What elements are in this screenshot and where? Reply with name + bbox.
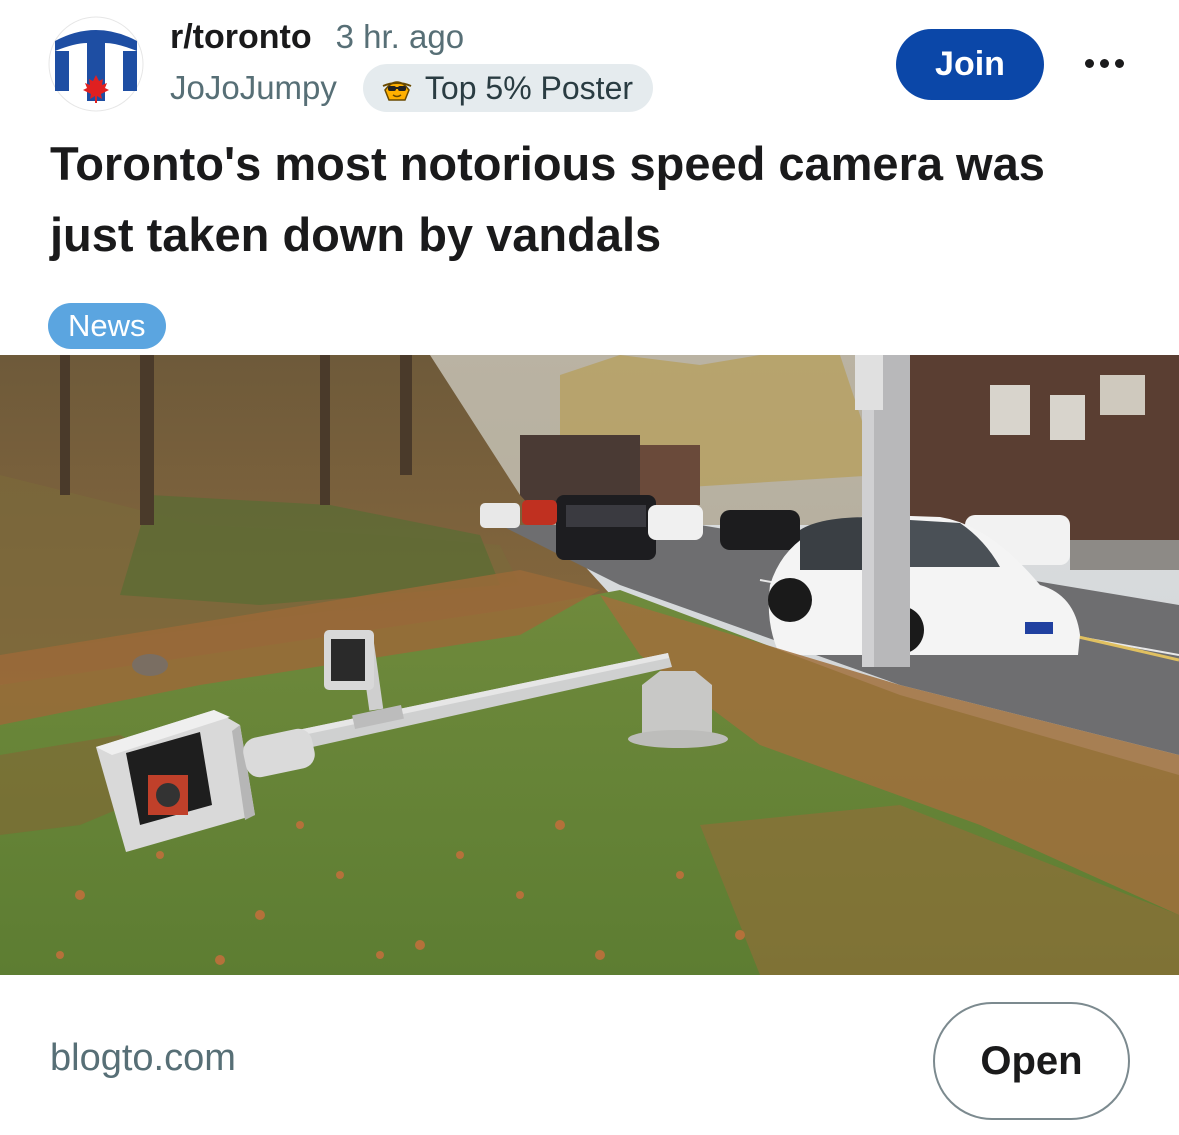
subreddit-name[interactable]: r/toronto — [170, 18, 312, 57]
open-link-button[interactable]: Open — [933, 1002, 1130, 1120]
post-time: 3 hr. ago — [335, 18, 465, 55]
more-options-icon[interactable] — [1078, 45, 1130, 81]
post-tag-news[interactable]: News — [48, 303, 166, 349]
subreddit-avatar-icon[interactable] — [47, 15, 145, 113]
post-header: r/toronto 3 hr. ago JoJoJumpy Top 5% Pos… — [0, 0, 1179, 130]
post-meta-secondary: JoJoJumpy Top 5% Poster — [170, 64, 654, 112]
post-meta-primary: r/toronto 3 hr. ago — [170, 18, 464, 57]
author-username[interactable]: JoJoJumpy — [170, 69, 337, 107]
link-domain[interactable]: blogto.com — [50, 1037, 236, 1080]
post-image[interactable] — [0, 355, 1179, 975]
post-title[interactable]: Toronto's most notorious speed camera wa… — [50, 128, 1130, 270]
sunglasses-face-icon — [379, 70, 415, 106]
author-flair-label: Top 5% Poster — [424, 69, 634, 106]
author-flair-badge: Top 5% Poster — [362, 64, 654, 112]
join-button[interactable]: Join — [896, 29, 1044, 100]
